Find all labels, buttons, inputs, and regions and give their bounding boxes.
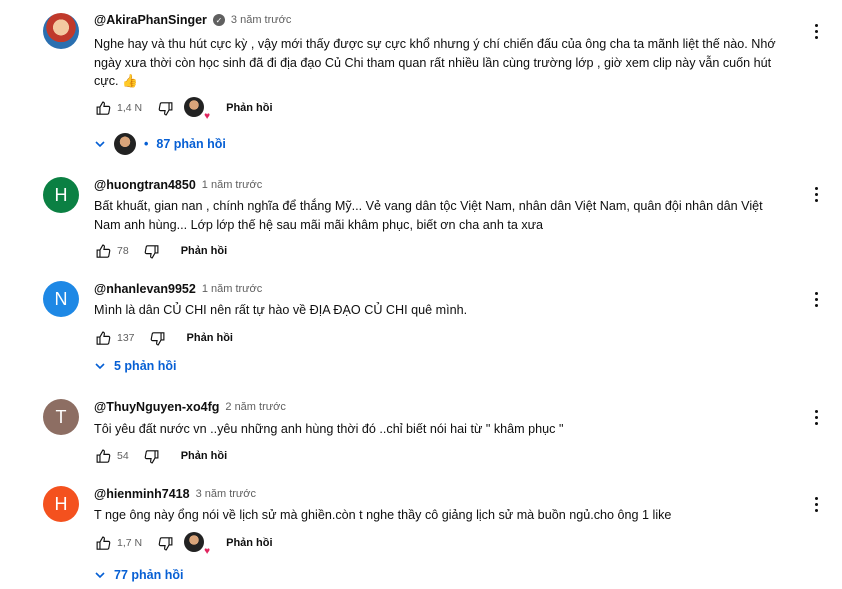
comment-header: @ThuyNguyen-xo4fg 2 năm trước: [94, 400, 286, 414]
reply-button[interactable]: Phản hồi: [226, 102, 272, 114]
view-replies-button[interactable]: 5 phản hồi: [94, 359, 177, 373]
thumbs-up-icon[interactable]: [94, 447, 112, 465]
comment-actions: 1,4 N ♥ Phản hồi: [94, 97, 273, 122]
author-name[interactable]: @hienminh7418: [94, 487, 190, 501]
comment-text: T nge ông này ổng nói về lịch sử mà ghiề…: [94, 508, 672, 522]
kebab-menu-icon[interactable]: [810, 494, 822, 514]
comment-actions: 78 Phản hồi: [94, 241, 227, 261]
avatar[interactable]: T: [43, 399, 79, 435]
view-replies-button[interactable]: • 87 phản hồi: [94, 133, 226, 155]
thumbs-down-icon[interactable]: [143, 242, 161, 260]
like-count: 1,4 N: [117, 102, 143, 114]
comment-time[interactable]: 3 năm trước: [196, 488, 256, 500]
author-name[interactable]: @huongtran4850: [94, 178, 196, 192]
like-count: 1,7 N: [117, 537, 143, 549]
creator-heart: ♥: [184, 97, 210, 122]
comment-actions: 137 Phản hồi: [94, 328, 233, 348]
avatar[interactable]: H: [43, 177, 79, 213]
thumbs-down-icon[interactable]: [156, 534, 174, 552]
author-name[interactable]: @AkiraPhanSinger: [94, 13, 207, 27]
reply-button[interactable]: Phản hồi: [181, 450, 227, 462]
avatar[interactable]: N: [43, 281, 79, 317]
comment-time[interactable]: 2 năm trước: [225, 401, 285, 413]
comment-text: Bất khuất, gian nan , chính nghĩa để thắ…: [94, 199, 763, 232]
comment-time[interactable]: 1 năm trước: [202, 283, 262, 295]
avatar[interactable]: H: [43, 486, 79, 522]
avatar[interactable]: [43, 13, 79, 49]
author-name[interactable]: @ThuyNguyen-xo4fg: [94, 400, 219, 414]
creator-heart: ♥: [184, 532, 210, 557]
reply-button[interactable]: Phản hồi: [181, 245, 227, 257]
comment-header: @huongtran4850 1 năm trước: [94, 178, 262, 192]
reply-button[interactable]: Phản hồi: [226, 537, 272, 549]
kebab-menu-icon[interactable]: [810, 21, 822, 41]
chevron-down-icon: [95, 572, 105, 579]
creator-avatar: [114, 133, 136, 155]
comment-text: Tôi yêu đất nước vn ..yêu những anh hùng…: [94, 422, 564, 436]
kebab-menu-icon[interactable]: [810, 289, 822, 309]
comment-header: @hienminh7418 3 năm trước: [94, 487, 256, 501]
chevron-down-icon: [95, 141, 105, 148]
heart-icon: ♥: [204, 111, 211, 122]
comment-text: Nghe hay và thu hút cực kỳ , vậy mới thấ…: [94, 37, 776, 88]
comment-time[interactable]: 3 năm trước: [231, 14, 291, 26]
comment-actions: 1,7 N ♥ Phản hồi: [94, 532, 273, 557]
comment-actions: 54 Phản hồi: [94, 446, 227, 466]
kebab-menu-icon[interactable]: [810, 184, 822, 204]
replies-count-label: 5 phản hồi: [114, 359, 177, 373]
reply-button[interactable]: Phản hồi: [187, 332, 233, 344]
replies-count-label: 77 phản hồi: [114, 568, 184, 582]
replies-count-label: 87 phản hồi: [156, 137, 226, 151]
view-replies-button[interactable]: 77 phản hồi: [94, 568, 183, 582]
author-name[interactable]: @nhanlevan9952: [94, 282, 196, 296]
thumbs-up-icon[interactable]: [94, 534, 112, 552]
comment-text: Mình là dân CỦ CHI nên rất tự hào về ĐỊA…: [94, 303, 468, 317]
like-count: 54: [117, 450, 129, 462]
thumbs-up-icon[interactable]: [94, 329, 112, 347]
comment-header: @AkiraPhanSinger ✓ 3 năm trước: [94, 13, 291, 27]
creator-avatar: [184, 532, 205, 552]
like-count: 78: [117, 245, 129, 257]
thumbs-down-icon[interactable]: [149, 329, 167, 347]
heart-icon: ♥: [204, 546, 211, 557]
kebab-menu-icon[interactable]: [810, 407, 822, 427]
comment-header: @nhanlevan9952 1 năm trước: [94, 282, 262, 296]
chevron-down-icon: [95, 363, 105, 370]
comment-time[interactable]: 1 năm trước: [202, 179, 262, 191]
thumbs-down-icon[interactable]: [143, 447, 161, 465]
verified-check-icon: ✓: [212, 14, 225, 26]
creator-avatar: [184, 97, 205, 117]
thumbs-down-icon[interactable]: [156, 99, 174, 117]
thumbs-up-icon[interactable]: [94, 242, 112, 260]
thumbs-up-icon[interactable]: [94, 99, 112, 117]
like-count: 137: [117, 332, 135, 344]
